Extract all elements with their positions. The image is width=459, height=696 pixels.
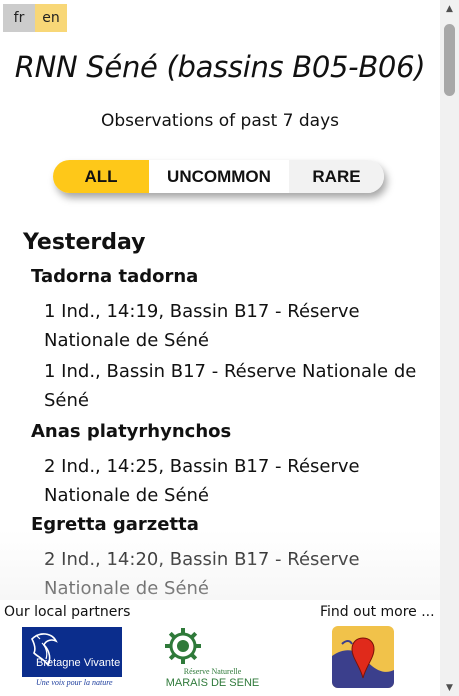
triangle-up-icon[interactable]: ▲ — [440, 0, 459, 17]
bird-icon — [31, 633, 58, 667]
reserve-naturelle-logo[interactable]: Réserve Naturelle MARAIS DE SENE — [165, 627, 260, 691]
observation-item: 2 Ind., 14:25, Bassin B17 - Réserve Nati… — [44, 456, 360, 506]
filter-rare-button[interactable]: RARE — [289, 160, 384, 193]
language-switcher: fr en — [3, 4, 67, 32]
app-logo[interactable] — [332, 626, 394, 688]
language-fr-button[interactable]: fr — [3, 4, 35, 32]
page-title: RNN Séné (bassins B05-B06) — [14, 50, 426, 84]
map-pin-icon — [332, 626, 394, 688]
observation-item: 2 Ind., 14:20, Bassin B17 - Réserve Nati… — [44, 549, 360, 599]
filter-all-button[interactable]: ALL — [53, 160, 149, 193]
rarity-filter: ALL UNCOMMON RARE — [53, 160, 384, 193]
page-subtitle: Observations of past 7 days — [100, 111, 340, 131]
reserve-emblem-icon — [165, 628, 201, 664]
observation-item: 1 Ind., 14:19, Bassin B17 - Réserve Nati… — [44, 301, 360, 351]
partners-label: Our local partners — [4, 604, 131, 620]
bretagne-vivante-logo[interactable]: Bretagne Vivante Une voix pour la nature — [22, 627, 122, 690]
main-content: fr en RNN Séné (bassins B05-B06) Observa… — [0, 0, 440, 600]
partners-footer: Our local partners Find out more ... Bre… — [0, 600, 440, 696]
find-out-more-label: Find out more ... — [320, 604, 435, 620]
bretagne-vivante-badge — [22, 627, 122, 677]
marais-de-sene-label: MARAIS DE SENE — [165, 677, 260, 689]
language-en-button[interactable]: en — [35, 4, 67, 32]
day-heading: Yesterday — [23, 230, 146, 255]
observation-item: 1 Ind., Bassin B17 - Réserve Nationale d… — [44, 361, 417, 411]
species-name: Egretta garzetta — [31, 514, 199, 535]
bretagne-vivante-tagline: Une voix pour la nature — [36, 678, 113, 687]
triangle-down-icon[interactable]: ▼ — [440, 679, 459, 696]
scrollbar-thumb[interactable] — [444, 24, 455, 96]
species-name: Tadorna tadorna — [31, 266, 199, 287]
bretagne-vivante-name: Bretagne Vivante — [36, 657, 121, 669]
reserve-naturelle-label: Réserve Naturelle — [183, 667, 242, 676]
filter-uncommon-button[interactable]: UNCOMMON — [149, 160, 289, 193]
scrollbar[interactable]: ▲ ▼ — [440, 0, 459, 696]
species-name: Anas platyrhynchos — [31, 421, 232, 442]
